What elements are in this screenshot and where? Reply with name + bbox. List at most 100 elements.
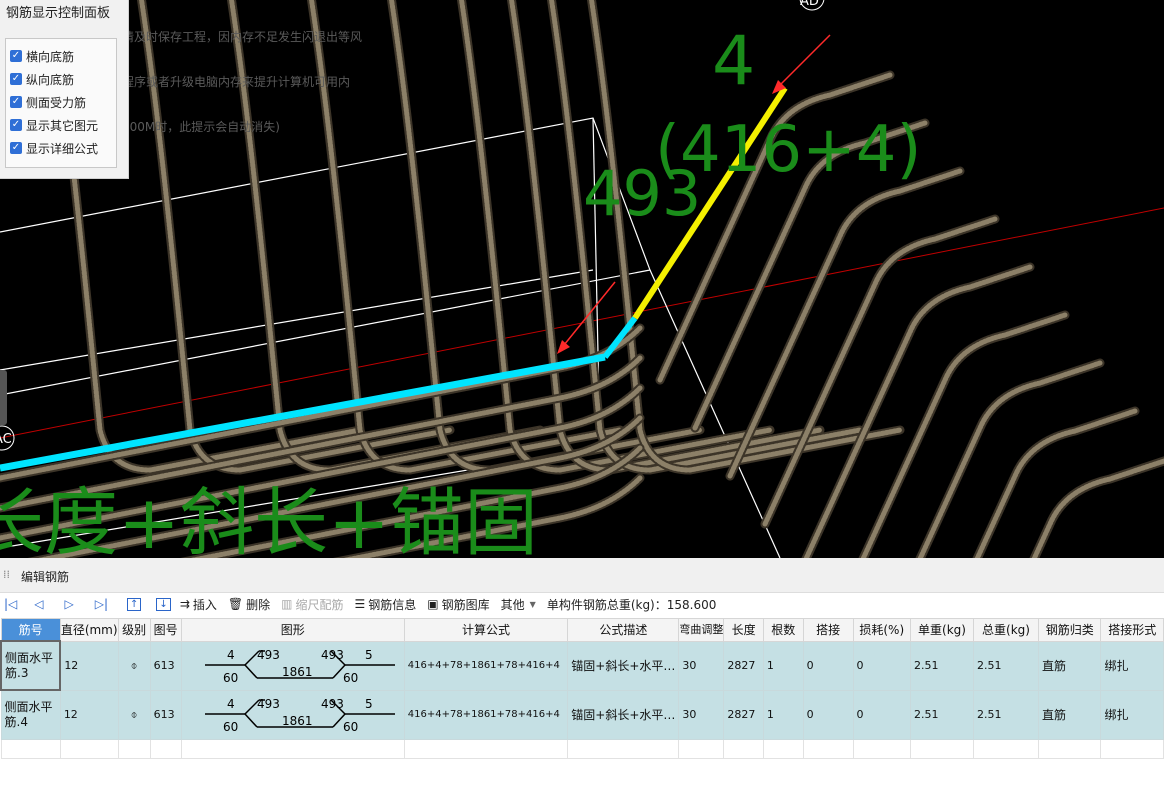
cell-diameter[interactable]: 12 — [59, 640, 119, 691]
cell-length[interactable]: 2827 — [723, 640, 764, 691]
cell-bar-name[interactable]: 侧面水平筋.4 — [0, 689, 61, 740]
cell-loss[interactable]: 0 — [852, 689, 911, 740]
col-header[interactable]: 公式描述 — [567, 618, 680, 642]
cell-count[interactable]: 1 — [762, 689, 804, 740]
empty-cell[interactable] — [59, 738, 119, 759]
move-down-icon[interactable]: ↓ — [156, 597, 171, 611]
cell-description[interactable]: 锚固+斜长+水平… — [567, 689, 680, 740]
checkbox-checked-icon[interactable]: ✓ — [10, 142, 22, 154]
cell-bar-name[interactable]: 侧面水平筋.3 — [0, 640, 62, 691]
first-record-icon[interactable]: |◁ — [4, 597, 17, 611]
col-header[interactable]: 总重(kg) — [973, 618, 1039, 642]
empty-cell[interactable] — [567, 738, 680, 759]
scale-rebar-button[interactable]: ▥ 缩尺配筋 — [281, 596, 343, 613]
cell-lap[interactable]: 0 — [802, 689, 854, 740]
previous-record-icon[interactable]: ◁ — [34, 597, 43, 611]
cell-count[interactable]: 1 — [762, 640, 804, 691]
option-show-other-elements[interactable]: ✓ 显示其它图元 — [10, 115, 98, 135]
table-row[interactable]: 侧面水平筋.4 12 ⌽ 613 4 493 493 5 60 1861 60 … — [0, 689, 1164, 740]
empty-cell[interactable] — [973, 738, 1039, 759]
col-header[interactable]: 直径(mm) — [59, 618, 119, 642]
col-header[interactable]: 图形 — [180, 618, 405, 642]
cell-category[interactable]: 直筋 — [1037, 640, 1102, 691]
option-vertical-bottom-bar[interactable]: ✓ 纵向底筋 — [10, 69, 74, 89]
empty-cell[interactable] — [117, 738, 151, 759]
option-label: 显示其它图元 — [26, 118, 99, 133]
empty-cell[interactable] — [678, 738, 725, 759]
col-header[interactable]: 弯曲调整 — [678, 618, 725, 642]
col-header[interactable]: 根数 — [762, 618, 804, 642]
checkbox-checked-icon[interactable]: ✓ — [10, 96, 22, 108]
side-bar-texture — [1031, 458, 1164, 558]
empty-table-row[interactable] — [0, 738, 1164, 759]
info-label: 钢筋信息 — [368, 597, 417, 612]
col-header[interactable]: 计算公式 — [403, 618, 569, 642]
cell-formula[interactable]: 416+4+78+1861+78+416+4 — [403, 640, 569, 691]
option-horizontal-bottom-bar[interactable]: ✓ 横向底筋 — [10, 46, 74, 66]
empty-cell[interactable] — [909, 738, 975, 759]
checkbox-checked-icon[interactable]: ✓ — [10, 73, 22, 85]
rebar-library-button[interactable]: ▣ 钢筋图库 — [427, 596, 489, 613]
cell-unit-weight[interactable]: 2.51 — [909, 640, 975, 691]
cell-fig[interactable]: 613 — [149, 640, 182, 691]
cell-lap[interactable]: 0 — [802, 640, 854, 691]
cell-fig[interactable]: 613 — [149, 689, 182, 740]
option-side-bar[interactable]: ✓ 侧面受力筋 — [10, 92, 86, 112]
cell-grade[interactable]: ⌽ — [117, 640, 151, 691]
col-header[interactable]: 图号 — [149, 618, 182, 642]
other-dropdown[interactable]: 其他 ▼ — [501, 596, 536, 613]
cell-bend[interactable]: 30 — [678, 689, 725, 740]
cell-unit-weight[interactable]: 2.51 — [909, 689, 975, 740]
cell-total-weight[interactable]: 2.51 — [973, 689, 1039, 740]
table-row[interactable]: 侧面水平筋.3 12 ⌽ 613 4 493 493 5 60 1861 60 … — [0, 640, 1164, 691]
col-header[interactable]: 单重(kg) — [909, 618, 975, 642]
cell-formula[interactable]: 416+4+78+1861+78+416+4 — [403, 689, 569, 740]
cell-total-weight[interactable]: 2.51 — [973, 640, 1039, 691]
empty-cell[interactable] — [762, 738, 804, 759]
col-header[interactable]: 级别 — [117, 618, 151, 642]
cell-length[interactable]: 2827 — [723, 689, 764, 740]
panel-collapse-handle[interactable] — [0, 370, 7, 425]
cell-bend[interactable]: 30 — [678, 640, 725, 691]
empty-cell[interactable] — [1100, 738, 1164, 759]
cell-category[interactable]: 直筋 — [1037, 689, 1102, 740]
cell-shape[interactable]: 4 493 493 5 60 1861 60 — [180, 640, 405, 691]
empty-cell[interactable] — [180, 738, 405, 759]
info-list-icon: ☰ — [354, 597, 366, 611]
cell-grade[interactable]: ⌽ — [117, 689, 151, 740]
image-library-icon: ▣ — [427, 597, 439, 611]
drag-grip-icon[interactable]: ⁞⁞ — [3, 568, 10, 581]
last-record-icon[interactable]: ▷| — [95, 597, 108, 611]
empty-cell[interactable] — [723, 738, 764, 759]
checkbox-checked-icon[interactable]: ✓ — [10, 119, 22, 131]
insert-button[interactable]: ⇉ 插入 — [180, 596, 217, 613]
option-show-detailed-formula[interactable]: ✓ 显示详细公式 — [10, 138, 98, 158]
shape-dim-c: 493 — [321, 697, 344, 711]
col-header[interactable]: 损耗(%) — [852, 618, 911, 642]
empty-cell[interactable] — [1037, 738, 1102, 759]
col-header[interactable]: 钢筋归类 — [1037, 618, 1102, 642]
arrow-head-icon — [557, 340, 570, 354]
move-up-icon[interactable]: ↑ — [127, 597, 142, 611]
col-header[interactable]: 长度 — [723, 618, 764, 642]
col-header[interactable]: 搭接形式 — [1100, 618, 1164, 642]
col-header[interactable]: 筋号 — [0, 618, 61, 642]
cell-loss[interactable]: 0 — [852, 640, 911, 691]
cell-lap-type[interactable]: 绑扎 — [1100, 640, 1164, 691]
rebar-3d-viewport[interactable]: 请及时保存工程，因内存不足发生闪退出等风 程序或者升级电脑内存来提升计算机可用内… — [0, 0, 1164, 558]
delete-button[interactable]: 🗑 删除 — [228, 596, 270, 613]
empty-cell[interactable] — [0, 738, 61, 759]
cell-description[interactable]: 锚固+斜长+水平… — [567, 640, 680, 691]
cell-lap-type[interactable]: 绑扎 — [1100, 689, 1164, 740]
checkbox-checked-icon[interactable]: ✓ — [10, 50, 22, 62]
cell-shape[interactable]: 4 493 493 5 60 1861 60 — [180, 689, 405, 740]
next-record-icon[interactable]: ▷ — [65, 597, 74, 611]
shape-dim-b: 493 — [257, 697, 280, 711]
col-header[interactable]: 搭接 — [802, 618, 854, 642]
cell-diameter[interactable]: 12 — [59, 689, 119, 740]
empty-cell[interactable] — [852, 738, 911, 759]
empty-cell[interactable] — [403, 738, 569, 759]
empty-cell[interactable] — [149, 738, 182, 759]
rebar-info-button[interactable]: ☰ 钢筋信息 — [355, 596, 417, 613]
empty-cell[interactable] — [802, 738, 854, 759]
